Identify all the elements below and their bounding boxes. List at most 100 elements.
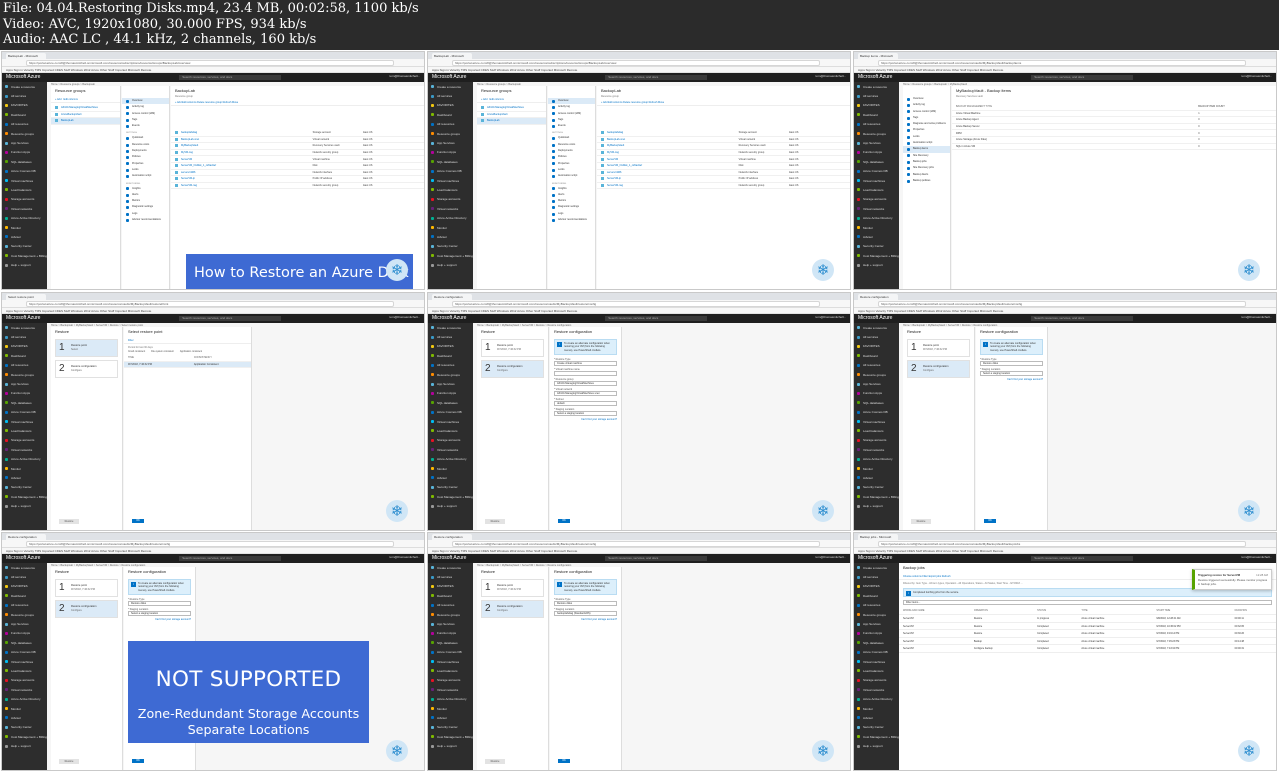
ok-button[interactable]: OK: [558, 758, 570, 763]
sidebar-item[interactable]: Security Center: [2, 483, 47, 492]
sidebar-item[interactable]: Azure Cosmos DB: [428, 408, 473, 417]
sidebar-item[interactable]: Virtual networks: [2, 445, 47, 454]
sidebar-item[interactable]: FAVORITES: [854, 342, 899, 351]
sidebar-item[interactable]: Create a resource: [428, 82, 473, 91]
staging-location-select[interactable]: Select a staging location: [128, 611, 191, 617]
notification-toast[interactable]: Triggering restore for ServerVM Restore t…: [1192, 569, 1272, 590]
sidebar-item[interactable]: Resource groups: [428, 610, 473, 619]
user-account[interactable]: tom@thomasmitchell...: [389, 74, 420, 78]
sidebar-item[interactable]: All resources: [2, 601, 47, 610]
filter-input[interactable]: Filter items...: [903, 600, 1272, 606]
resource-row[interactable]: MyVM-nsg Network security group East US: [171, 150, 424, 157]
resource-row[interactable]: ServerVM Virtual machine East US: [171, 156, 424, 163]
backup-item-row[interactable]: Azure Storage (Azure Files) 0: [952, 137, 1276, 144]
sidebar-item[interactable]: Dashboard: [428, 351, 473, 360]
azure-brand[interactable]: Microsoft Azure: [6, 554, 40, 563]
sidebar-item[interactable]: All resources: [2, 361, 47, 370]
sidebar-item[interactable]: All services: [2, 332, 47, 341]
sidebar-item[interactable]: SQL databases: [428, 638, 473, 647]
restore-type-select[interactable]: Restore disks: [554, 601, 617, 607]
sidebar-item[interactable]: Cost Management + Billing: [2, 251, 47, 260]
sidebar-item[interactable]: Security Center: [2, 242, 47, 251]
sidebar-item[interactable]: All services: [428, 332, 473, 341]
staging-location-select[interactable]: backuplabdiag (StandardLRS): [554, 611, 617, 617]
sidebar-item[interactable]: Virtual networks: [854, 685, 899, 694]
sidebar-item[interactable]: Cost Management + Billing: [2, 492, 47, 501]
help-link[interactable]: Can't find your storage account?: [550, 418, 621, 421]
restore-step-1[interactable]: 1 Restore point 9/7/2018, 7:46:32 PM: [481, 579, 544, 597]
sidebar-item[interactable]: Function Apps: [854, 148, 899, 157]
user-account[interactable]: tom@thomasmitchell...: [1241, 555, 1272, 559]
sidebar-item[interactable]: Dashboard: [428, 110, 473, 119]
sidebar-item[interactable]: Virtual networks: [854, 445, 899, 454]
sidebar-item[interactable]: All resources: [428, 120, 473, 129]
sidebar-item[interactable]: Load balancers: [854, 185, 899, 194]
resource-row[interactable]: backuplabdiag Storage account East US: [597, 130, 850, 137]
sidebar-item[interactable]: App Services: [428, 619, 473, 628]
resource-row[interactable]: ServerVM-nsg Network security group East U…: [171, 183, 424, 190]
sidebar-item[interactable]: Function Apps: [2, 148, 47, 157]
vnet-select[interactable]: AZ100-ManagingVirtualMachines-vnet: [554, 391, 617, 397]
url-field[interactable]: https://portal.azure.com/#@thomasmitchel…: [452, 60, 820, 66]
sidebar-item[interactable]: Dashboard: [854, 110, 899, 119]
restore-step-1[interactable]: 1 Restore point 9/7/2018, 7:46:32 PM: [55, 579, 118, 597]
sidebar-item[interactable]: Virtual networks: [2, 685, 47, 694]
sidebar-item[interactable]: FAVORITES: [428, 101, 473, 110]
sidebar-item[interactable]: Virtual machines: [428, 176, 473, 185]
sidebar-item[interactable]: Azure Active Directory: [854, 454, 899, 463]
resource-group-select[interactable]: AZ100-ManagingVirtualMachines: [554, 381, 617, 387]
sidebar-item[interactable]: Dashboard: [2, 591, 47, 600]
menu-item[interactable]: Automation script: [548, 173, 595, 179]
sidebar-item[interactable]: Load balancers: [854, 666, 899, 675]
restore-button[interactable]: Restore: [485, 519, 505, 524]
sidebar-item[interactable]: Resource groups: [428, 370, 473, 379]
sidebar-item[interactable]: Resource groups: [428, 129, 473, 138]
sidebar-item[interactable]: Azure Cosmos DB: [2, 408, 47, 417]
sidebar-item[interactable]: Storage accounts: [2, 676, 47, 685]
sidebar-item[interactable]: Monitor: [428, 464, 473, 473]
sidebar-item[interactable]: Create a resource: [2, 563, 47, 572]
sidebar-item[interactable]: SQL databases: [428, 398, 473, 407]
sidebar-item[interactable]: Virtual machines: [2, 657, 47, 666]
sidebar-item[interactable]: Monitor: [854, 223, 899, 232]
sidebar-item[interactable]: Azure Active Directory: [2, 454, 47, 463]
user-account[interactable]: tom@thomasmitchell...: [1241, 315, 1272, 319]
search-input[interactable]: Search resources, services, and docs: [1031, 75, 1133, 80]
sidebar-item[interactable]: Help + support: [428, 501, 473, 510]
table-row[interactable]: ServerVM Configure backup Completed Azure v…: [899, 644, 1276, 653]
backup-item-row[interactable]: DPM 0: [952, 130, 1276, 137]
sidebar-item[interactable]: Storage accounts: [428, 195, 473, 204]
resource-row[interactable]: servervm966 Network interface East US: [171, 170, 424, 177]
restore-step-2[interactable]: 2 Restore configuration Configure: [907, 360, 970, 378]
sidebar-item[interactable]: Cost Management + Billing: [428, 251, 473, 260]
sidebar-item[interactable]: Function Apps: [854, 629, 899, 638]
sidebar-item[interactable]: Function Apps: [2, 629, 47, 638]
sidebar-item[interactable]: Dashboard: [2, 110, 47, 119]
sidebar-item[interactable]: Help + support: [854, 741, 899, 750]
sidebar-item[interactable]: Resource groups: [854, 370, 899, 379]
resource-group-item[interactable]: AZ100-ManagingVirtualMachines: [477, 105, 546, 112]
sidebar-item[interactable]: Azure Cosmos DB: [2, 167, 47, 176]
sidebar-item[interactable]: All resources: [428, 601, 473, 610]
sidebar-item[interactable]: All services: [2, 91, 47, 100]
sidebar-item[interactable]: Advisor: [2, 713, 47, 722]
url-field[interactable]: https://portal.azure.com/#@thomasmitchel…: [878, 541, 1246, 547]
sidebar-item[interactable]: App Services: [854, 619, 899, 628]
sidebar-item[interactable]: Azure Cosmos DB: [2, 648, 47, 657]
sidebar-item[interactable]: Help + support: [428, 260, 473, 269]
restore-step-2[interactable]: 2 Restore configuration Configure: [481, 600, 544, 618]
sidebar-item[interactable]: All resources: [428, 361, 473, 370]
restore-step-2[interactable]: 2 Restore configuration Configure: [55, 600, 118, 618]
sidebar-item[interactable]: Help + support: [2, 260, 47, 269]
sidebar-item[interactable]: SQL databases: [2, 157, 47, 166]
sidebar-item[interactable]: All services: [854, 332, 899, 341]
sidebar-item[interactable]: Security Center: [428, 723, 473, 732]
sidebar-item[interactable]: App Services: [428, 379, 473, 388]
sidebar-item[interactable]: SQL databases: [854, 398, 899, 407]
sidebar-item[interactable]: Storage accounts: [854, 676, 899, 685]
sidebar-item[interactable]: Monitor: [428, 704, 473, 713]
sidebar-item[interactable]: Cost Management + Billing: [428, 492, 473, 501]
sidebar-item[interactable]: SQL databases: [854, 638, 899, 647]
restore-button[interactable]: Restore: [911, 519, 931, 524]
sidebar-item[interactable]: Advisor: [2, 232, 47, 241]
